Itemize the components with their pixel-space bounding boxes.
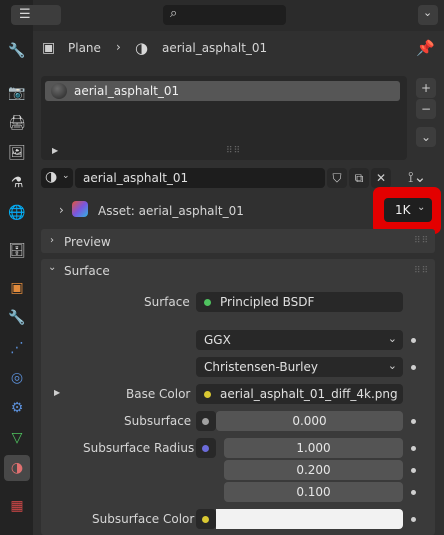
close-icon[interactable]: ✕ (371, 168, 391, 188)
tool-icon[interactable]: 🔧 (4, 38, 30, 64)
material-ball-icon: ◑ (135, 39, 149, 57)
keyframe-dot-icon[interactable] (411, 468, 416, 473)
subsurface-radius-label: Subsurface Radius (83, 441, 195, 455)
preview-header[interactable]: Preview (64, 235, 111, 249)
view-layer-icon[interactable]: 🖼 (4, 140, 30, 166)
pin-icon[interactable]: 📌 (416, 39, 435, 57)
slot-specials-button[interactable]: ⌄ (416, 127, 436, 147)
base-color-value: aerial_asphalt_01_diff_4k.png (220, 387, 398, 401)
constraints-icon[interactable]: ⚙ (4, 395, 30, 421)
mesh-object-icon: ▣ (42, 40, 56, 56)
search-input[interactable] (163, 5, 286, 25)
float-socket-icon (202, 417, 209, 425)
texture-icon[interactable]: ▦ (4, 493, 30, 519)
properties-tab-strip: 🔧 📷 🖨 🖼 ⚗ 🌐 🗄 ▣ 🔧 ⋰ ◎ ⚙ ▽ ◑ ▦ (0, 0, 33, 535)
subsurface-method-value: Christensen-Burley (204, 360, 318, 374)
slot-name: aerial_asphalt_01 (74, 84, 180, 98)
surface-header[interactable]: Surface (64, 264, 110, 278)
duplicate-icon[interactable]: ⧉ (349, 168, 369, 188)
material-preview-icon (51, 83, 67, 99)
subsurface-color-swatch[interactable] (216, 509, 403, 529)
subsurface-socket-button[interactable] (196, 411, 216, 431)
resize-grip-icon[interactable]: ⠿⠿ (226, 146, 241, 156)
subsurface-value-field[interactable]: 0.000 (216, 411, 403, 431)
distribution-value: GGX (204, 333, 231, 347)
scene-icon[interactable]: ⚗ (4, 170, 30, 196)
expanded-chevron-icon: ⌄ (48, 262, 57, 273)
material-name-field[interactable]: aerial_asphalt_01 (75, 168, 325, 188)
subsurface-color-label: Subsurface Color (92, 512, 195, 526)
remove-slot-button[interactable]: − (416, 99, 436, 119)
polyhaven-logo-icon (72, 201, 88, 217)
shader-socket-icon (204, 298, 211, 306)
render-icon[interactable]: 📷 (4, 80, 30, 106)
keyframe-dot-icon[interactable] (411, 365, 416, 370)
chevron-down-icon: ⌄ (417, 202, 426, 213)
material-icon[interactable]: ◑ (4, 455, 30, 481)
editor-header: ☰ ⌕ ⌄ (11, 0, 444, 31)
subsurface-method-dropdown[interactable]: Christensen-Burley ⌄ (196, 357, 403, 377)
node-link-icon[interactable]: ⟟⌄ (408, 168, 426, 186)
particles-icon[interactable]: ⋰ (4, 335, 30, 361)
distribution-dropdown[interactable]: GGX ⌄ (196, 330, 403, 350)
keyframe-dot-icon[interactable] (411, 490, 416, 495)
base-color-field[interactable]: aerial_asphalt_01_diff_4k.png (196, 384, 403, 404)
subsurface-radius-socket-button[interactable] (196, 438, 216, 458)
drag-grip-icon[interactable]: ⠿⠿ (414, 236, 429, 246)
subsurface-label: Subsurface (124, 414, 192, 428)
expand-chevron-icon[interactable]: › (59, 203, 64, 217)
editor-type-icon: ☰ (19, 7, 31, 22)
keyframe-dot-icon[interactable] (411, 419, 416, 424)
search-icon: ⌕ (170, 6, 178, 21)
keyframe-dot-icon[interactable] (411, 338, 416, 343)
surface-value: Principled BSDF (220, 295, 315, 309)
base-color-label: Base Color (126, 387, 191, 401)
add-slot-button[interactable]: + (416, 78, 436, 98)
collapse-chevron-icon: › (50, 235, 54, 246)
keyframe-dot-icon[interactable] (411, 446, 416, 451)
output-icon[interactable]: 🖨 (4, 110, 30, 136)
keyframe-dot-icon[interactable] (411, 517, 416, 522)
collection-icon[interactable]: 🗄 (4, 238, 30, 264)
physics-icon[interactable]: ◎ (4, 365, 30, 391)
modifier-icon[interactable]: 🔧 (4, 305, 30, 331)
vector-socket-icon (202, 444, 209, 452)
resolution-value: 1K (395, 203, 411, 217)
color-socket-icon (204, 390, 211, 398)
subsurface-radius-x-field[interactable]: 1.000 (224, 438, 403, 458)
material-ball-icon: ◑ (45, 169, 58, 185)
world-icon[interactable]: 🌐 (4, 200, 30, 226)
breadcrumb-chevron-icon: › (116, 40, 121, 54)
chevron-down-icon: ⌄ (387, 359, 397, 372)
subsurface-color-socket-button[interactable] (196, 509, 216, 529)
asset-label: Asset: aerial_asphalt_01 (98, 204, 244, 218)
breadcrumb-material[interactable]: aerial_asphalt_01 (162, 41, 267, 55)
expand-triangle-icon[interactable]: ▶ (52, 146, 58, 155)
fake-user-shield-icon[interactable]: ⛉ (327, 168, 347, 188)
breadcrumb-object[interactable]: Plane (68, 41, 101, 55)
chevron-down-icon: ⌄ (387, 332, 397, 345)
object-icon[interactable]: ▣ (4, 275, 30, 301)
surface-label: Surface (144, 295, 190, 309)
color-socket-icon (202, 515, 209, 523)
subsurface-radius-z-field[interactable]: 0.100 (224, 482, 403, 502)
chevron-down-icon: ⌄ (62, 171, 70, 181)
chevron-down-icon: ⌄ (423, 6, 433, 19)
subsurface-radius-y-field[interactable]: 0.200 (224, 460, 403, 480)
drag-grip-icon[interactable]: ⠿⠿ (414, 266, 429, 276)
object-data-icon[interactable]: ▽ (4, 425, 30, 451)
surface-shader-field[interactable]: Principled BSDF (196, 292, 403, 312)
expand-triangle-icon[interactable]: ▶ (54, 388, 60, 397)
